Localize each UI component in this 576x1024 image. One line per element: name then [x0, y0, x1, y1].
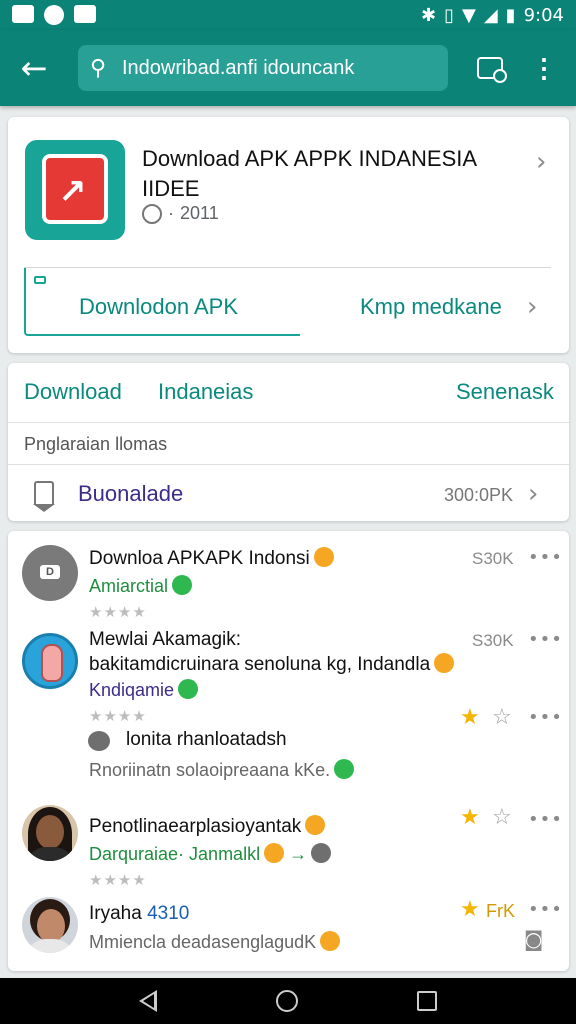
tab-indaneias[interactable]: Indaneias: [158, 379, 253, 405]
app-icon[interactable]: ↗: [25, 140, 125, 240]
item-title: Penotlinaearplasioyantak: [89, 816, 302, 837]
download-row: Downlodon APK Kmp medkane ›: [24, 267, 551, 336]
tab-senenask[interactable]: Senenask: [456, 379, 554, 405]
avatar: D: [22, 545, 78, 601]
app-meta: · 2011: [142, 203, 219, 224]
info-icon: [142, 203, 162, 224]
notification-icon: [12, 5, 34, 23]
chevron-right-icon[interactable]: ›: [528, 479, 538, 509]
emoji-icon: [172, 575, 193, 595]
item-count: S30K: [472, 631, 514, 650]
chevron-right-icon[interactable]: ›: [527, 292, 537, 322]
list-item[interactable]: D Downloa APKAPK Indonsi Amiarctial ★★★★…: [8, 545, 569, 635]
item-count: S30K: [472, 549, 514, 568]
section-label: Pnglaraian llomas: [24, 434, 168, 454]
item-subtitle: Mmiencla deadasenglagudK: [89, 932, 317, 952]
nav-home-icon[interactable]: [275, 990, 298, 1012]
bookmark-icon: [33, 481, 55, 512]
nav-back-icon[interactable]: [139, 990, 158, 1012]
emoji-icon: [264, 843, 285, 863]
release-year: 2011: [180, 203, 219, 223]
item-subtitle: Darquraiae· Janmalkl: [89, 844, 261, 864]
more-options-icon[interactable]: •••: [528, 547, 563, 568]
more-options-icon[interactable]: •••: [528, 809, 563, 830]
avatar: [22, 805, 78, 861]
star-outline-icon[interactable]: ☆: [492, 705, 512, 730]
divider: [8, 464, 569, 465]
tabs-card: Download Indaneias Senenask Pnglaraian l…: [8, 363, 569, 521]
search-input[interactable]: [122, 56, 422, 80]
navigation-bar: [0, 978, 576, 1024]
item-number: 4310: [147, 903, 190, 924]
tab-download[interactable]: Download: [24, 379, 122, 405]
image-icon: [74, 5, 96, 23]
star-filled-icon[interactable]: ★: [460, 897, 480, 922]
bluetooth-icon: ✱: [420, 4, 437, 26]
detail-title: lonita rhanloatadsh: [126, 729, 287, 750]
bookmark-row-value: 300:0PK: [444, 485, 514, 505]
list-item[interactable]: Iryaha 4310 Mmiencla deadasenglagudK ★ F…: [8, 897, 569, 967]
rating-stars: ★★★★: [89, 603, 147, 621]
avatar: [22, 633, 78, 689]
play-icon: [44, 5, 64, 25]
battery-icon: ▮: [505, 4, 516, 26]
secondary-link[interactable]: Kmp medkane: [360, 294, 502, 320]
list-item[interactable]: Penotlinaearplasioyantak Darquraiae· Jan…: [8, 805, 569, 895]
emoji-icon: [178, 679, 199, 699]
item-subtitle: Amiarctial: [89, 576, 169, 596]
nav-recents-icon[interactable]: [416, 991, 437, 1011]
rating-stars: ★★★★: [89, 707, 147, 725]
star-outline-icon[interactable]: ☆: [492, 805, 512, 830]
item-title: Mewlai Akamagik:: [89, 629, 242, 650]
emoji-icon: [334, 759, 355, 779]
search-bar[interactable]: ⚲: [78, 45, 448, 91]
emoji-icon: [305, 815, 326, 835]
status-bar: ✱ ▯ ▼ ◢ ▮ 9:04: [0, 0, 576, 30]
emoji-icon: [313, 547, 334, 567]
more-options-icon[interactable]: •••: [528, 707, 563, 728]
emoji-icon: [311, 843, 332, 863]
star-filled-icon[interactable]: ★: [460, 805, 480, 830]
overflow-menu-icon[interactable]: ⋮: [526, 50, 562, 86]
more-options-icon[interactable]: •••: [528, 629, 563, 650]
emoji-icon: [320, 931, 341, 951]
item-subtitle: Kndiqamie: [89, 680, 175, 700]
search-icon: ⚲: [90, 55, 107, 81]
comment-icon: [88, 731, 110, 751]
list-item[interactable]: Mewlai Akamagik: bakitamdicruinara senol…: [8, 629, 569, 799]
rating-stars: ★★★★: [89, 871, 147, 889]
item-title-line2: bakitamdicruinara senoluna kg, Indandla: [89, 654, 431, 675]
camera-icon[interactable]: ◙: [524, 927, 543, 951]
vibrate-icon: ▯: [444, 4, 454, 26]
chevron-right-icon[interactable]: ›: [536, 147, 546, 177]
tab-bar: Download Indaneias Senenask: [8, 363, 569, 423]
app-details-card: ↗ Download APK APPK INDANESIA IIDEE · 20…: [8, 117, 569, 353]
app-bar: ← ⚲ ⋮: [0, 30, 576, 106]
wifi-icon: ▼: [461, 4, 476, 26]
rating-label: FrK: [486, 901, 515, 921]
emoji-icon: [434, 653, 455, 673]
arrow-icon: →: [289, 844, 308, 864]
clock: 9:04: [523, 4, 564, 26]
detail-subtitle: Rnoriinatn solaoipreaana kKe.: [89, 760, 331, 780]
star-filled-icon[interactable]: ★: [460, 705, 480, 730]
avatar: [22, 897, 78, 953]
more-options-icon[interactable]: •••: [528, 899, 563, 920]
cast-icon[interactable]: [472, 50, 508, 86]
download-badge-icon: [34, 276, 46, 284]
bookmark-row-label[interactable]: Buonalade: [78, 481, 183, 507]
item-title: Downloa APKAPK Indonsi: [89, 548, 310, 569]
item-title: Iryaha: [89, 903, 142, 924]
download-apk-button[interactable]: Downlodon APK: [79, 294, 238, 320]
signal-icon: ◢: [483, 4, 498, 26]
back-arrow-icon[interactable]: ←: [14, 48, 54, 88]
app-title[interactable]: Download APK APPK INDANESIA IIDEE: [142, 144, 522, 204]
results-list: D Downloa APKAPK Indonsi Amiarctial ★★★★…: [8, 531, 569, 971]
